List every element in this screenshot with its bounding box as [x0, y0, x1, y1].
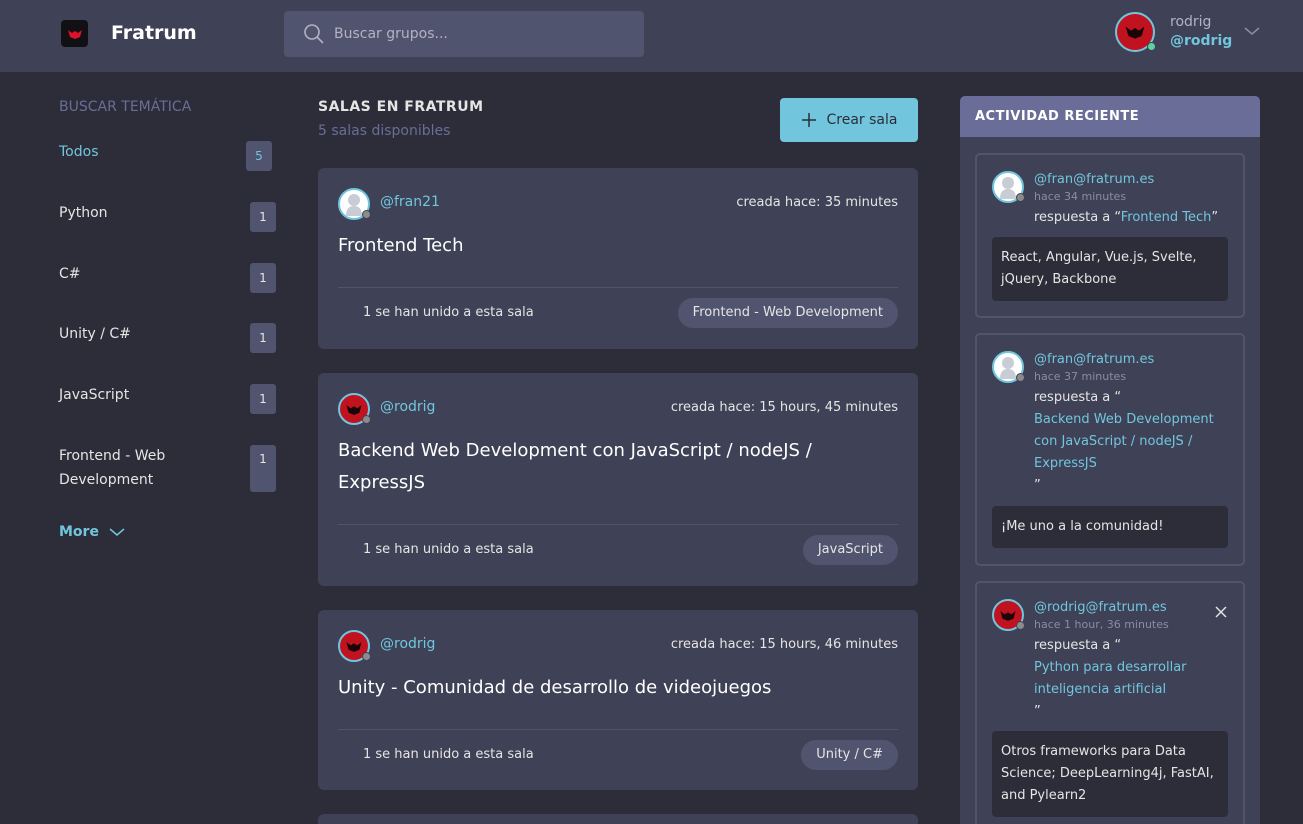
reply-room-link[interactable]: Backend Web Development con JavaScript /… — [1034, 409, 1234, 475]
room-topic-tag[interactable]: JavaScript — [802, 535, 898, 565]
activity-user[interactable]: @fran@fratrum.es — [1034, 172, 1154, 187]
topic-item-todos[interactable]: Todos — [59, 140, 98, 164]
search-bar[interactable] — [284, 11, 644, 57]
more-label: More — [59, 524, 99, 540]
topics-title: BUSCAR TEMÁTICA — [59, 99, 192, 115]
room-author[interactable]: @fran21 — [380, 194, 440, 210]
offline-status-icon — [1016, 193, 1025, 202]
user-logo-icon — [346, 641, 362, 652]
reply-prefix: respuesta a “ — [1034, 210, 1121, 225]
activity-message: React, Angular, Vue.js, Svelte, jQuery, … — [992, 237, 1228, 301]
activity-title: ACTIVIDAD RECIENTE — [960, 96, 1260, 137]
divider — [338, 287, 898, 288]
room-topic-tag[interactable]: Frontend - Web Development — [677, 298, 898, 328]
user-handle[interactable]: @rodrig — [1170, 33, 1232, 49]
more-topics-link[interactable]: More — [59, 524, 125, 540]
reply-prefix: respuesta a “ — [1034, 390, 1122, 405]
activity-reply-line: respuesta a “ Python para desarrollar in… — [1034, 635, 1234, 723]
topic-item-frontend[interactable]: Frontend - Web Development — [59, 444, 209, 492]
offline-status-icon — [1016, 373, 1025, 382]
topic-count: 1 — [250, 263, 276, 293]
activity-item: @fran@fratrum.es hace 37 minutes respues… — [975, 333, 1245, 566]
activity-user[interactable]: @fran@fratrum.es — [1034, 352, 1154, 367]
logo-icon[interactable] — [61, 20, 88, 47]
room-topic-tag[interactable]: Unity / C# — [801, 740, 898, 770]
user-avatar[interactable] — [1115, 12, 1156, 52]
activity-item: @fran@fratrum.es hace 34 minutes respues… — [975, 153, 1245, 318]
room-members: 1 se han unido a esta sala — [363, 305, 534, 320]
avatar[interactable] — [338, 630, 371, 662]
reply-suffix: ” — [1034, 478, 1041, 493]
online-status-icon — [1147, 42, 1156, 51]
recent-activity-panel: ACTIVIDAD RECIENTE @fran@fratrum.es hace… — [960, 96, 1260, 824]
activity-message: ¡Me uno a la comunidad! — [992, 506, 1228, 548]
topic-item-csharp[interactable]: C# — [59, 262, 81, 286]
room-card[interactable]: @fran21 creada hace: 35 minutes Frontend… — [318, 168, 918, 349]
topic-count: 1 — [250, 202, 276, 232]
avatar[interactable] — [338, 393, 371, 425]
top-bar: Fratrum rodrig @rodrig — [0, 0, 1303, 72]
topic-count: 5 — [246, 141, 272, 171]
room-members: 1 se han unido a esta sala — [363, 747, 534, 762]
avatar[interactable] — [992, 599, 1025, 631]
reply-suffix: ” — [1211, 210, 1219, 225]
chevron-down-icon[interactable] — [1243, 22, 1261, 41]
topic-item-unity[interactable]: Unity / C# — [59, 322, 131, 346]
default-user-icon — [1000, 357, 1016, 379]
default-user-icon — [346, 194, 362, 216]
room-title[interactable]: Frontend Tech — [338, 230, 878, 262]
activity-time: hace 1 hour, 36 minutes — [1034, 618, 1169, 631]
room-title[interactable]: Backend Web Development con JavaScript /… — [338, 435, 878, 499]
activity-message: Otros frameworks para Data Science; Deep… — [992, 731, 1228, 817]
offline-status-icon — [362, 652, 371, 661]
rooms-title: SALAS EN FRATRUM — [318, 99, 484, 115]
room-created-time: creada hace: 35 minutes — [736, 195, 898, 210]
user-logo-icon — [346, 404, 362, 415]
user-logo-icon — [1000, 610, 1016, 621]
default-user-icon — [1000, 177, 1016, 199]
plus-icon — [801, 113, 816, 127]
activity-time: hace 37 minutes — [1034, 370, 1127, 383]
chevron-down-icon — [109, 528, 125, 536]
offline-status-icon — [362, 210, 371, 219]
reply-room-link[interactable]: Python para desarrollar inteligencia art… — [1034, 657, 1234, 701]
avatar[interactable] — [338, 188, 371, 220]
reply-room-link[interactable]: Frontend Tech — [1121, 210, 1212, 225]
avatar[interactable] — [992, 351, 1025, 383]
avatar[interactable] — [992, 171, 1025, 203]
topic-count: 1 — [250, 323, 276, 353]
activity-reply-line: respuesta a “ Backend Web Development co… — [1034, 387, 1234, 497]
divider — [338, 524, 898, 525]
offline-status-icon — [362, 415, 371, 424]
room-members: 1 se han unido a esta sala — [363, 542, 534, 557]
room-author[interactable]: @rodrig — [380, 399, 435, 415]
search-icon — [303, 23, 325, 49]
room-card[interactable]: @rodrig creada hace: 15 hours, 46 minute… — [318, 610, 918, 790]
create-room-button[interactable]: Crear sala — [780, 98, 918, 142]
room-card[interactable] — [318, 814, 918, 824]
topic-item-javascript[interactable]: JavaScript — [59, 383, 129, 407]
room-author[interactable]: @rodrig — [380, 636, 435, 652]
brand-name[interactable]: Fratrum — [111, 22, 197, 44]
create-room-label: Crear sala — [826, 112, 898, 128]
room-created-time: creada hace: 15 hours, 46 minutes — [670, 637, 898, 652]
topic-count: 1 — [250, 445, 276, 492]
topic-item-python[interactable]: Python — [59, 201, 108, 225]
reply-suffix: ” — [1034, 704, 1041, 719]
topic-count: 1 — [250, 384, 276, 414]
room-created-time: creada hace: 15 hours, 45 minutes — [670, 400, 898, 415]
room-card[interactable]: @rodrig creada hace: 15 hours, 45 minute… — [318, 373, 918, 586]
room-title[interactable]: Unity - Comunidad de desarrollo de video… — [338, 672, 878, 704]
user-name[interactable]: rodrig — [1170, 14, 1211, 30]
activity-reply-line: respuesta a “Frontend Tech” — [1034, 207, 1234, 229]
search-input[interactable] — [334, 11, 634, 57]
reply-prefix: respuesta a “ — [1034, 638, 1122, 653]
divider — [338, 729, 898, 730]
rooms-count: 5 salas disponibles — [318, 123, 451, 139]
activity-time: hace 34 minutes — [1034, 190, 1127, 203]
offline-status-icon — [1016, 621, 1025, 630]
activity-user[interactable]: @rodrig@fratrum.es — [1034, 600, 1167, 615]
close-icon[interactable] — [1215, 603, 1227, 622]
activity-item: @rodrig@fratrum.es hace 1 hour, 36 minut… — [975, 581, 1245, 824]
